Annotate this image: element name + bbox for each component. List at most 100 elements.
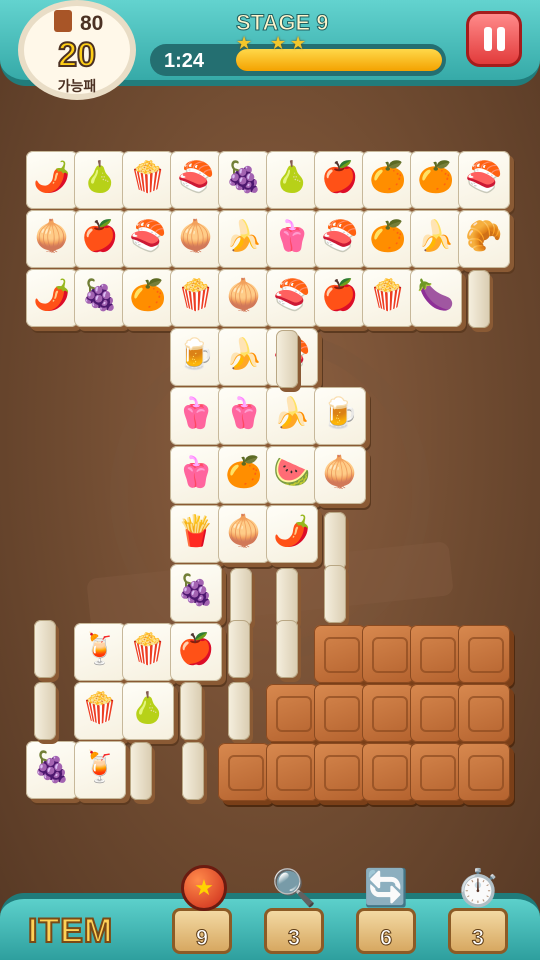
- tile-bell-pepper[interactable]: 🫑: [266, 210, 318, 268]
- shuffle-icon[interactable]: 🔄: [358, 860, 414, 916]
- tile-croissant[interactable]: 🥐: [458, 210, 510, 268]
- stacked-tile-edge: [468, 270, 490, 328]
- onion-icon: 🧅: [33, 220, 71, 253]
- bomb-item-count: 9: [195, 925, 209, 951]
- sushi-roll-icon: 🍣: [177, 161, 215, 194]
- tile-sushi-roll[interactable]: 🍣: [122, 210, 174, 268]
- available-moves-label: 가능패: [57, 78, 97, 94]
- tile-pear[interactable]: 🍐: [74, 151, 126, 209]
- tile-grapes[interactable]: 🍇: [218, 151, 270, 209]
- onion-icon: 🧅: [225, 279, 263, 312]
- tile-orange[interactable]: 🍊: [122, 269, 174, 327]
- tile-orange[interactable]: 🍊: [362, 210, 414, 268]
- stopwatch-icon[interactable]: ⏱️: [450, 860, 506, 916]
- blocked-tile: [410, 684, 462, 742]
- tile-banana[interactable]: 🍌: [218, 210, 270, 268]
- bell-pepper-icon: 🫑: [225, 397, 263, 430]
- blocked-tile: [314, 743, 366, 801]
- pause-button[interactable]: [466, 11, 522, 67]
- tile-onion[interactable]: 🧅: [170, 210, 222, 268]
- tile-onion[interactable]: 🧅: [218, 269, 270, 327]
- grapes-icon: 🍇: [177, 574, 215, 607]
- tile-cocktail[interactable]: 🍹: [74, 623, 126, 681]
- orange-icon: 🍊: [369, 161, 407, 194]
- tile-apple[interactable]: 🍎: [314, 269, 366, 327]
- total-tiles-count: 80: [80, 12, 104, 35]
- tile-chili-pepper[interactable]: 🌶️: [266, 505, 318, 563]
- tile-bell-pepper[interactable]: 🫑: [170, 387, 222, 445]
- tile-grapes[interactable]: 🍇: [26, 741, 78, 799]
- tile-fries[interactable]: 🍟: [170, 505, 222, 563]
- pig-emblem-icon: [420, 696, 456, 732]
- pig-emblem-icon: [276, 696, 312, 732]
- tile-bell-pepper[interactable]: 🫑: [170, 446, 222, 504]
- tile-sushi-roll[interactable]: 🍣: [458, 151, 510, 209]
- tile-watermelon[interactable]: 🍉: [266, 446, 318, 504]
- shuffle-item-count: 6: [379, 925, 393, 951]
- tile-popcorn[interactable]: 🍿: [122, 623, 174, 681]
- chili-pepper-icon: 🌶️: [33, 279, 71, 312]
- tile-sushi-roll[interactable]: 🍣: [314, 210, 366, 268]
- tile-grapes[interactable]: 🍇: [74, 269, 126, 327]
- blocked-tile: [266, 684, 318, 742]
- star-icon: ★: [270, 33, 287, 53]
- cocktail-icon: 🍹: [81, 751, 119, 784]
- pig-emblem-icon: [324, 696, 360, 732]
- orange-icon: 🍊: [129, 279, 167, 312]
- stacked-tile-edge: [324, 565, 346, 623]
- blocked-tile: [314, 625, 366, 683]
- tile-grapes[interactable]: 🍇: [170, 564, 222, 622]
- tile-cocktail[interactable]: 🍹: [74, 741, 126, 799]
- apple-icon: 🍎: [177, 633, 215, 666]
- tile-apple[interactable]: 🍎: [314, 151, 366, 209]
- tile-banana[interactable]: 🍌: [266, 387, 318, 445]
- tile-popcorn[interactable]: 🍿: [362, 269, 414, 327]
- tile-orange[interactable]: 🍊: [218, 446, 270, 504]
- magnifier-icon[interactable]: 🔍: [266, 860, 322, 916]
- stacked-tile-edge: [34, 620, 56, 678]
- tile-beer[interactable]: 🍺: [170, 328, 222, 386]
- stacked-tile-edge: [228, 620, 250, 678]
- tile-popcorn[interactable]: 🍿: [170, 269, 222, 327]
- item-label: ITEM: [27, 911, 114, 951]
- blocked-tile: [314, 684, 366, 742]
- tile-sushi-roll[interactable]: 🍣: [266, 269, 318, 327]
- beer-icon: 🍺: [321, 397, 359, 430]
- tile-onion[interactable]: 🧅: [314, 446, 366, 504]
- pear-icon: 🍐: [129, 692, 167, 725]
- stacked-tile-edge: [324, 512, 346, 570]
- time-progress-bar: [236, 49, 442, 71]
- tile-popcorn[interactable]: 🍿: [122, 151, 174, 209]
- banana-icon: 🍌: [417, 220, 455, 253]
- pig-emblem-icon: [468, 696, 504, 732]
- tile-popcorn[interactable]: 🍿: [74, 682, 126, 740]
- tile-beer[interactable]: 🍺: [314, 387, 366, 445]
- tile-apple[interactable]: 🍎: [170, 623, 222, 681]
- tile-onion[interactable]: 🧅: [26, 210, 78, 268]
- tile-orange[interactable]: 🍊: [362, 151, 414, 209]
- pig-emblem-icon: [468, 755, 504, 791]
- tile-banana[interactable]: 🍌: [410, 210, 462, 268]
- watermelon-icon: 🍉: [273, 456, 311, 489]
- tile-apple[interactable]: 🍎: [74, 210, 126, 268]
- tile-pear[interactable]: 🍐: [122, 682, 174, 740]
- tile-orange[interactable]: 🍊: [410, 151, 462, 209]
- tile-sushi-roll[interactable]: 🍣: [170, 151, 222, 209]
- tile-chili-pepper[interactable]: 🌶️: [26, 151, 78, 209]
- popcorn-icon: 🍿: [81, 692, 119, 725]
- tile-eggplant[interactable]: 🍆: [410, 269, 462, 327]
- orange-icon: 🍊: [369, 220, 407, 253]
- pear-icon: 🍐: [273, 161, 311, 194]
- bomb-icon[interactable]: ★: [176, 860, 232, 916]
- tile-banana[interactable]: 🍌: [218, 328, 270, 386]
- star-icon: ★: [290, 33, 307, 53]
- tile-pear[interactable]: 🍐: [266, 151, 318, 209]
- popcorn-icon: 🍿: [369, 279, 407, 312]
- popcorn-icon: 🍿: [177, 279, 215, 312]
- pig-emblem-icon: [324, 755, 360, 791]
- cocktail-icon: 🍹: [81, 633, 119, 666]
- tile-bell-pepper[interactable]: 🫑: [218, 387, 270, 445]
- pear-icon: 🍐: [81, 161, 119, 194]
- tile-onion[interactable]: 🧅: [218, 505, 270, 563]
- tile-chili-pepper[interactable]: 🌶️: [26, 269, 78, 327]
